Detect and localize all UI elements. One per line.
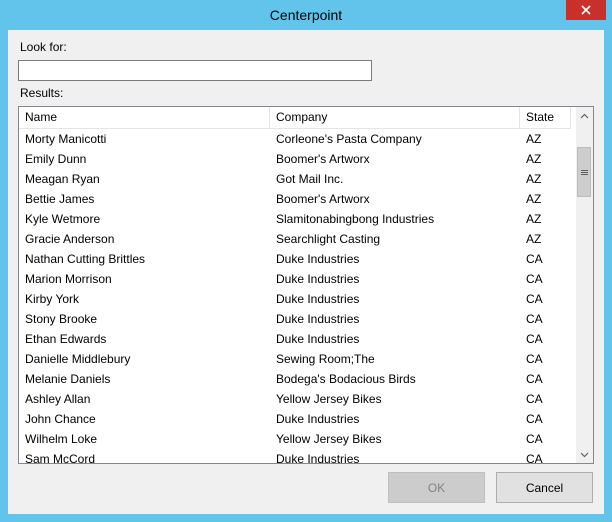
cancel-button[interactable]: Cancel xyxy=(496,472,593,503)
table-row[interactable]: Melanie Daniels Bodega's Bodacious Birds C… xyxy=(19,369,571,389)
cell-company: Duke Industries xyxy=(276,292,360,306)
cell-name: Gracie Anderson xyxy=(25,232,115,246)
cell-company: Got Mail Inc. xyxy=(276,172,344,186)
cell-name: Stony Brooke xyxy=(25,312,98,326)
cell-state: CA xyxy=(526,272,543,286)
cell-company: Duke Industries xyxy=(276,452,360,463)
cell-name: Marion Morrison xyxy=(25,272,112,286)
cell-state: CA xyxy=(526,332,543,346)
cell-company: Corleone's Pasta Company xyxy=(276,132,422,146)
cell-state: CA xyxy=(526,372,543,386)
table-row[interactable]: Sam McCord Duke Industries CA xyxy=(19,449,571,463)
cell-company: Searchlight Casting xyxy=(276,232,381,246)
cell-name: John Chance xyxy=(25,412,96,426)
close-button[interactable] xyxy=(566,0,606,20)
cell-name: Danielle Middlebury xyxy=(25,352,131,366)
cell-name: Meagan Ryan xyxy=(25,172,100,186)
list-body: Morty Manicotti Corleone's Pasta Company A… xyxy=(19,129,571,463)
cell-company: Duke Industries xyxy=(276,272,360,286)
cell-state: CA xyxy=(526,392,543,406)
cell-name: Bettie James xyxy=(25,192,95,206)
cell-name: Morty Manicotti xyxy=(25,132,107,146)
scroll-thumb[interactable] xyxy=(577,147,591,197)
cell-state: AZ xyxy=(526,192,542,206)
dialog-client-area: Look for: Results: Name Company State Mo… xyxy=(8,30,604,514)
column-header-name[interactable]: Name xyxy=(19,107,270,128)
cell-company: Duke Industries xyxy=(276,252,360,266)
search-input[interactable] xyxy=(18,60,372,81)
column-header-company[interactable]: Company xyxy=(270,107,520,128)
cell-name: Ashley Allan xyxy=(25,392,91,406)
cell-state: AZ xyxy=(526,172,542,186)
scroll-down-button[interactable] xyxy=(576,446,593,463)
cell-name: Kyle Wetmore xyxy=(25,212,101,226)
cell-company: Sewing Room;The xyxy=(276,352,375,366)
cell-company: Boomer's Artworx xyxy=(276,192,370,206)
table-row[interactable]: Bettie James Boomer's Artworx AZ xyxy=(19,189,571,209)
cell-company: Slamitonabingbong Industries xyxy=(276,212,435,226)
chevron-up-icon xyxy=(580,113,589,118)
table-row[interactable]: Gracie Anderson Searchlight Casting AZ xyxy=(19,229,571,249)
window-title: Centerpoint xyxy=(269,7,343,23)
cell-company: Boomer's Artworx xyxy=(276,152,370,166)
cell-state: CA xyxy=(526,412,543,426)
cell-state: AZ xyxy=(526,232,542,246)
cell-state: CA xyxy=(526,292,543,306)
table-row[interactable]: Morty Manicotti Corleone's Pasta Company A… xyxy=(19,129,571,149)
cell-name: Melanie Daniels xyxy=(25,372,111,386)
cell-name: Nathan Cutting Brittles xyxy=(25,252,146,266)
cell-state: CA xyxy=(526,432,543,446)
results-label: Results: xyxy=(20,86,64,100)
table-row[interactable]: Meagan Ryan Got Mail Inc. AZ xyxy=(19,169,571,189)
column-header-state[interactable]: State xyxy=(520,107,571,128)
look-for-label: Look for: xyxy=(20,40,67,54)
cell-state: AZ xyxy=(526,152,542,166)
cell-name: Ethan Edwards xyxy=(25,332,107,346)
table-row[interactable]: Wilhelm Loke Yellow Jersey Bikes CA xyxy=(19,429,571,449)
cell-company: Bodega's Bodacious Birds xyxy=(276,372,416,386)
cell-company: Duke Industries xyxy=(276,332,360,346)
ok-button[interactable]: OK xyxy=(388,472,485,503)
cell-state: AZ xyxy=(526,212,542,226)
dialog-window: Centerpoint Look for: Results: Name Comp… xyxy=(0,0,612,522)
cell-name: Sam McCord xyxy=(25,452,96,463)
chevron-down-icon xyxy=(580,452,589,457)
cell-company: Duke Industries xyxy=(276,312,360,326)
table-row[interactable]: Danielle Middlebury Sewing Room;The CA xyxy=(19,349,571,369)
table-row[interactable]: Nathan Cutting Brittles Duke Industries CA xyxy=(19,249,571,269)
table-row[interactable]: Ashley Allan Yellow Jersey Bikes CA xyxy=(19,389,571,409)
table-row[interactable]: Emily Dunn Boomer's Artworx AZ xyxy=(19,149,571,169)
close-icon xyxy=(581,5,591,15)
list-header: Name Company State xyxy=(19,107,571,129)
cell-state: CA xyxy=(526,352,543,366)
cell-state: AZ xyxy=(526,132,542,146)
cell-name: Emily Dunn xyxy=(25,152,87,166)
cell-company: Yellow Jersey Bikes xyxy=(276,432,382,446)
title-bar[interactable]: Centerpoint xyxy=(0,0,612,30)
vertical-scrollbar[interactable] xyxy=(576,107,593,463)
scroll-up-button[interactable] xyxy=(576,107,593,124)
table-row[interactable]: Ethan Edwards Duke Industries CA xyxy=(19,329,571,349)
cell-state: CA xyxy=(526,252,543,266)
cell-name: Wilhelm Loke xyxy=(25,432,98,446)
table-row[interactable]: John Chance Duke Industries CA xyxy=(19,409,571,429)
table-row[interactable]: Marion Morrison Duke Industries CA xyxy=(19,269,571,289)
cell-company: Yellow Jersey Bikes xyxy=(276,392,382,406)
table-row[interactable]: Kirby York Duke Industries CA xyxy=(19,289,571,309)
cell-name: Kirby York xyxy=(25,292,80,306)
results-list[interactable]: Name Company State Morty Manicotti Corleo… xyxy=(18,106,594,464)
grip-icon xyxy=(580,169,588,175)
cell-state: CA xyxy=(526,312,543,326)
cell-company: Duke Industries xyxy=(276,412,360,426)
cell-state: CA xyxy=(526,452,543,463)
table-row[interactable]: Stony Brooke Duke Industries CA xyxy=(19,309,571,329)
table-row[interactable]: Kyle Wetmore Slamitonabingbong Industries… xyxy=(19,209,571,229)
